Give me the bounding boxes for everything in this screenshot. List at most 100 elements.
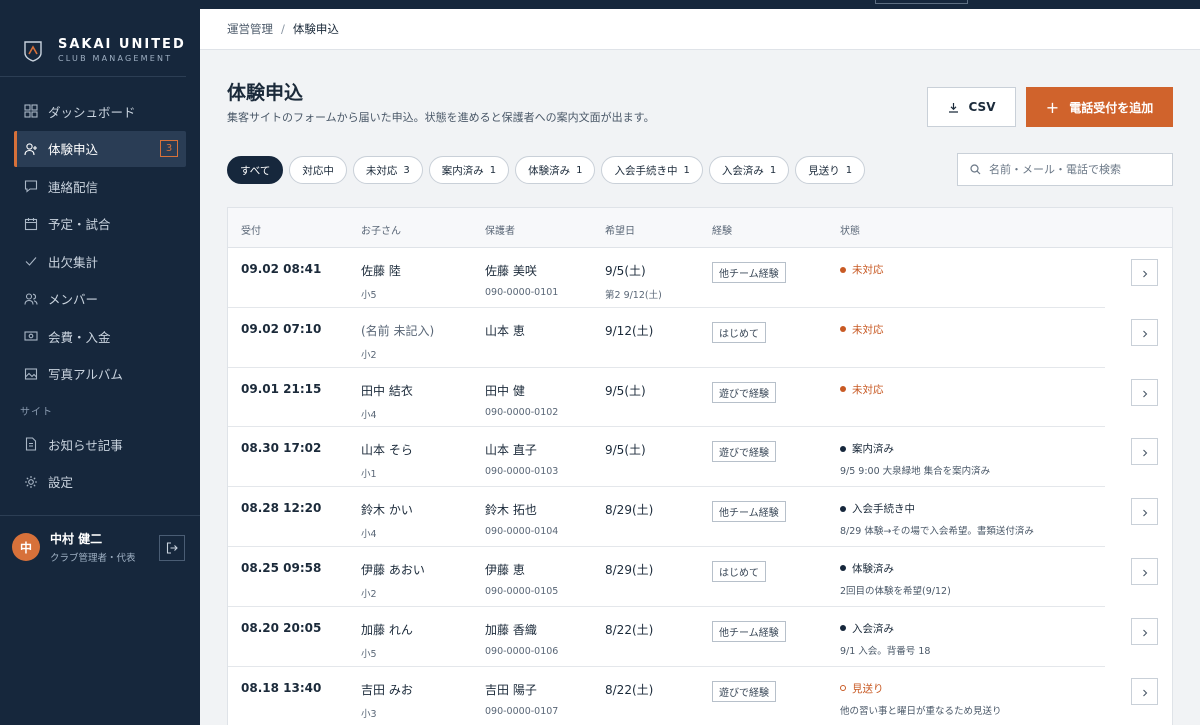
guardian-phone: 090-0000-0107	[485, 705, 559, 717]
table-row[interactable]: 08.28 12:20 鈴木 かい 小4 鈴木 拓也 090-0000-0104 8/29…	[228, 487, 1158, 547]
column-header-experience[interactable]: 経験	[712, 222, 732, 237]
brand[interactable]: SAKAI UNITED CLUB MANAGEMENT	[0, 0, 186, 77]
row-detail-button[interactable]	[1131, 318, 1158, 346]
filter-chip-label: 入会手続き中	[614, 164, 678, 177]
row-detail-button[interactable]	[1131, 677, 1158, 705]
sidebar-item-2[interactable]: 体験申込 3	[14, 130, 186, 167]
row-detail-button[interactable]	[1131, 617, 1158, 645]
status-dot-icon	[840, 505, 846, 512]
sidebar-item-8[interactable]: 写真アルバム	[14, 356, 186, 392]
received-cell: 08.18 13:40	[241, 681, 321, 695]
received-cell: 09.01 21:15	[241, 382, 321, 396]
second-preferred-date: 第2 9/12(土)	[605, 290, 662, 301]
search-box[interactable]	[957, 153, 1173, 186]
status-label: 入会済み	[852, 622, 894, 635]
preferred-date: 8/29(土)	[605, 503, 654, 518]
filter-chip-4[interactable]: 案内済み 1	[428, 156, 510, 184]
column-header-received[interactable]: 受付	[241, 222, 261, 237]
status-note: 他の習い事と曜日が重なるため見送り	[840, 705, 1002, 717]
child-grade: 小3	[361, 708, 377, 720]
filter-chip-8[interactable]: 見送り 1	[795, 156, 866, 184]
table-row[interactable]: 08.20 20:05 加藤 れん 小5 加藤 香織 090-0000-0106 8/22…	[228, 607, 1158, 667]
brand-subtitle: CLUB MANAGEMENT	[58, 54, 173, 63]
received-cell: 08.20 20:05	[241, 621, 321, 635]
sidebar-item-7[interactable]: 会費・入金	[14, 318, 186, 354]
row-detail-button[interactable]	[1131, 557, 1158, 585]
sidebar-item-label: お知らせ記事	[48, 437, 123, 453]
column-header-child[interactable]: お子さん	[361, 222, 401, 237]
csv-label: CSV	[968, 100, 996, 114]
status-dot-icon	[840, 445, 846, 452]
add-phone-entry-button[interactable]: + 電話受付を追加	[1026, 87, 1173, 127]
search-input[interactable]	[989, 163, 1169, 176]
row-detail-button[interactable]	[1131, 438, 1158, 466]
received-cell: 09.02 07:10	[241, 322, 321, 336]
sidebar-item-6[interactable]: メンバー	[14, 281, 186, 317]
received-time: 08.18 13:40	[241, 680, 322, 695]
chevron-right-icon	[1141, 562, 1149, 581]
chevron-right-icon	[1141, 682, 1149, 701]
sidebar-item-1[interactable]: お知らせ記事	[14, 426, 186, 462]
breadcrumb-parent[interactable]: 運営管理	[227, 21, 273, 37]
top-bar	[200, 0, 1200, 9]
status-cell: 未対応	[840, 322, 884, 337]
child-grade: 小2	[361, 588, 377, 600]
received-time: 08.28 12:20	[241, 501, 322, 516]
filter-chip-6[interactable]: 入会手続き中 1	[601, 156, 703, 184]
sidebar-site-nav: お知らせ記事 設定	[0, 426, 200, 500]
sidebar-item-badge: 3	[160, 139, 178, 157]
sidebar-item-2[interactable]: 設定	[14, 464, 186, 500]
filter-chip-1[interactable]: すべて	[227, 156, 284, 184]
csv-export-button[interactable]: CSV	[927, 87, 1016, 127]
experience-cell: 他チーム経験	[712, 262, 786, 283]
filter-chip-7[interactable]: 入会済み 1	[708, 156, 790, 184]
image-icon	[24, 367, 38, 381]
status-badge: 見送り	[840, 681, 1002, 696]
money-icon	[24, 329, 38, 343]
table-row[interactable]: 09.02 08:41 佐藤 陸小5 佐藤 美咲 090-0000-0101 9/5(土…	[228, 248, 1158, 308]
preferred-date-cell: 9/5(土) 第2 9/12(土)	[605, 262, 662, 301]
child-cell: 山本 そら 小1	[361, 441, 413, 480]
top-bar-widget[interactable]	[875, 0, 968, 4]
filter-chip-3[interactable]: 未対応 3	[352, 156, 423, 184]
table-row[interactable]: 08.18 13:40 吉田 みお 小3 吉田 陽子 090-0000-0107 8/22…	[228, 667, 1158, 725]
page-description: 集客サイトのフォームから届いた申込。状態を進めると保護者への案内文面が出ます。	[227, 111, 655, 124]
filter-chip-5[interactable]: 体験済み 1	[515, 156, 596, 184]
experience-tag: 遊びで経験	[712, 381, 776, 403]
table-row[interactable]: 08.30 17:02 山本 そら 小1 山本 直子 090-0000-0103 9/5(…	[228, 427, 1158, 488]
column-header-status[interactable]: 状態	[840, 222, 860, 237]
status-badge: 未対応	[840, 262, 884, 277]
sidebar-item-3[interactable]: 連絡配信	[14, 168, 186, 204]
sidebar-item-4[interactable]: 予定・試合	[14, 206, 186, 242]
received-cell: 08.28 12:20	[241, 501, 321, 515]
sidebar-item-1[interactable]: ダッシュボード	[14, 93, 186, 129]
preferred-date: 8/29(土)	[605, 562, 654, 577]
search-icon	[970, 164, 981, 175]
sidebar-item-label: メンバー	[48, 292, 99, 307]
brand-name: SAKAI UNITED	[58, 37, 186, 52]
column-header-preferred-date[interactable]: 希望日	[605, 222, 635, 237]
row-detail-button[interactable]	[1131, 498, 1158, 526]
filter-chip-2[interactable]: 対応中	[289, 156, 347, 184]
avatar[interactable]: 中	[12, 533, 40, 561]
row-detail-button[interactable]	[1131, 378, 1158, 406]
sidebar-item-label: 写真アルバム	[48, 367, 123, 382]
preferred-date-cell: 9/12(土)	[605, 322, 653, 339]
table-row[interactable]: 08.25 09:58 伊藤 あおい 小2 伊藤 恵 090-0000-0105 8/29…	[228, 547, 1158, 607]
experience-cell: 遊びで経験	[712, 441, 776, 463]
sidebar-item-label: 設定	[48, 475, 74, 490]
sidebar-item-5[interactable]: 出欠集計	[14, 243, 186, 279]
table-row[interactable]: 09.01 21:15 田中 結衣 小4 田中 健 090-0000-0102 9/5(土…	[228, 368, 1158, 428]
table-row[interactable]: 09.02 07:10 (名前 未記入) 小2 山本 恵 9/12(土) はじめて 未対応	[228, 308, 1158, 368]
received-time: 09.02 07:10	[241, 321, 322, 336]
row-detail-button[interactable]	[1131, 259, 1158, 286]
preferred-date-cell: 8/29(土)	[605, 561, 653, 578]
logout-button[interactable]	[159, 535, 185, 561]
status-badge: 未対応	[840, 322, 884, 337]
guardian-cell: 伊藤 恵 090-0000-0105	[485, 561, 558, 597]
experience-cell: はじめて	[712, 321, 766, 343]
guardian-name: 加藤 香織	[485, 622, 537, 637]
column-header-guardian[interactable]: 保護者	[485, 222, 515, 237]
chevron-right-icon	[1141, 502, 1149, 521]
preferred-date: 8/22(土)	[605, 682, 654, 697]
